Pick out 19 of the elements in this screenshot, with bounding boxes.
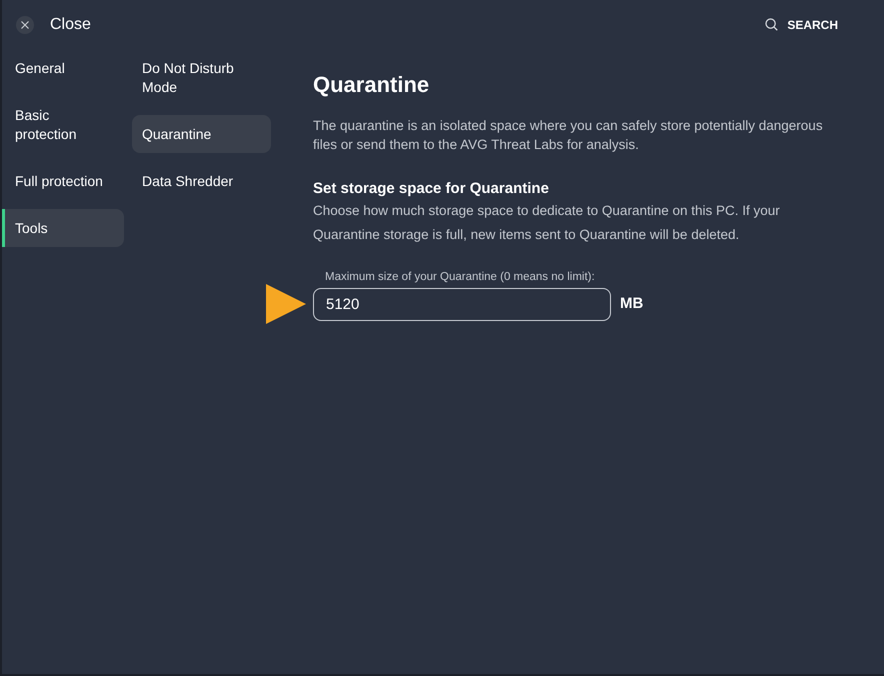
unit-label: MB [620,294,644,314]
section-text: Choose how much storage space to dedicate to Quarantine on this PC. If your Quarantine storage is full, new items sent to Quarantine will be deleted. [313,202,781,244]
section-heading: Set storage space for Quarantine [313,179,550,199]
pointer-arrow-icon [265,283,307,325]
close-button[interactable]: Close [16,12,91,36]
category-nav-item[interactable]: General [2,49,124,87]
search-icon [765,18,778,31]
description-text: The quarantine is an isolated space where you can safely store potentially dangerous files or send them to the AVG Threat Labs for analysis. [313,117,824,154]
subcategory-nav-item[interactable]: Quarantine [132,115,271,153]
search-button[interactable]: SEARCH [765,16,838,34]
page-title: Quarantine [313,71,430,99]
category-nav-item[interactable]: Tools [2,209,124,247]
close-icon [16,16,34,34]
category-nav-item[interactable]: Basic protection [2,96,124,153]
category-nav-item[interactable]: Full protection [2,162,124,200]
quarantine-size-field[interactable]: 5120 [313,288,611,321]
subcategory-nav-item[interactable]: Data Shredder [132,162,271,200]
field-label: Maximum size of your Quarantine (0 means no limit): [325,270,595,284]
subcategory-nav-item[interactable]: Do Not Disturb Mode [132,49,271,106]
